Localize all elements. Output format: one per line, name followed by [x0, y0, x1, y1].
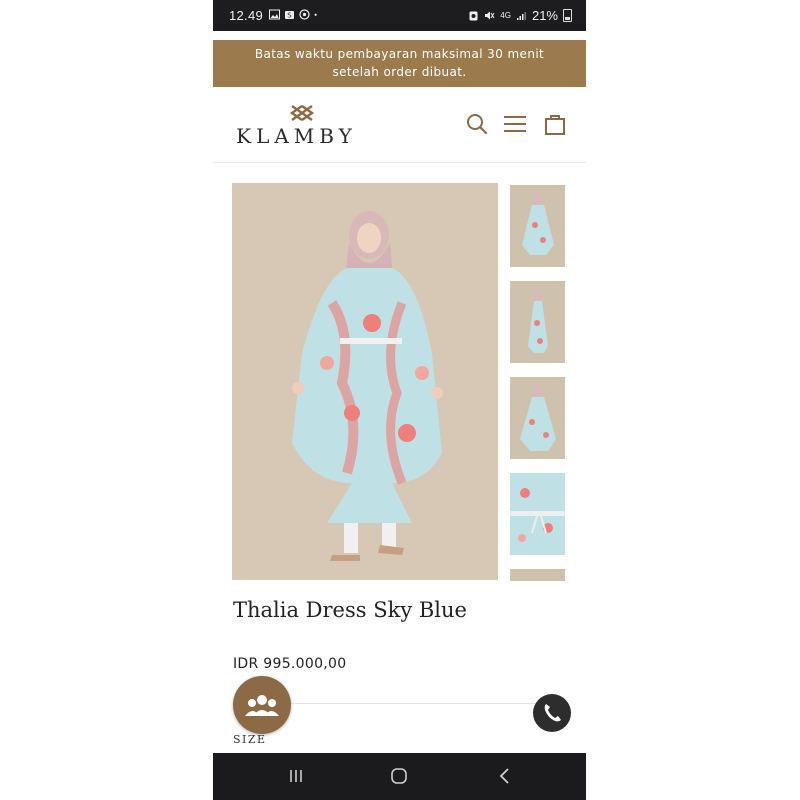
announcement-bar: Batas waktu pembayaran maksimal 30 menit…: [213, 40, 586, 87]
thumbnail-2[interactable]: [510, 281, 565, 363]
thumbnail-3[interactable]: [510, 377, 565, 459]
phone-screen: 12.49 S 4G 21% Batas waktu pembayaran ma…: [213, 0, 586, 800]
dot-icon: [314, 13, 317, 16]
klamby-logo-mark-icon: [289, 105, 315, 121]
search-icon[interactable]: [465, 112, 489, 136]
status-time: 12.49: [229, 8, 264, 23]
recent-apps-icon[interactable]: [285, 765, 307, 787]
notification-icons: S: [269, 9, 320, 20]
brand-name: KLAMBY: [236, 124, 357, 148]
size-label: SIZE: [233, 733, 267, 746]
back-icon[interactable]: [494, 765, 516, 787]
brand-logo[interactable]: KLAMBY: [229, 100, 364, 150]
product-price: IDR 995.000,00: [233, 656, 347, 672]
product-title: Thalia Dress Sky Blue: [233, 598, 467, 622]
community-button[interactable]: [233, 676, 291, 734]
thumbnail-1[interactable]: [510, 185, 565, 267]
mute-icon: [485, 11, 495, 20]
phone-icon: [544, 704, 561, 722]
status-right: 4G 21%: [468, 8, 572, 23]
community-icon: [245, 695, 279, 716]
announcement-line-2: setelah order dibuat.: [332, 65, 467, 79]
product-photo: [292, 211, 443, 561]
cart-icon[interactable]: [543, 112, 567, 136]
home-icon[interactable]: [388, 765, 410, 787]
announcement-line-1: Batas waktu pembayaran maksimal 30 menit: [254, 47, 545, 61]
system-nav-bar: [213, 753, 586, 800]
battery-percent: 21%: [531, 8, 558, 23]
network-label: 4G: [500, 11, 511, 20]
site-header: KLAMBY: [213, 92, 586, 163]
status-bar: 12.49 S 4G 21%: [213, 0, 586, 31]
battery-icon: [563, 9, 572, 22]
menu-icon[interactable]: [503, 112, 527, 136]
thumbnail-4[interactable]: [510, 473, 565, 555]
product-main-image[interactable]: [232, 183, 498, 580]
whatsapp-notification-icon: [299, 9, 310, 20]
shop-notification-icon: S: [285, 11, 294, 20]
thumbnail-5[interactable]: [510, 569, 565, 581]
svg-text:S: S: [287, 12, 292, 20]
gallery-notification-icon: [269, 9, 280, 20]
signal-icon: [516, 12, 526, 20]
whatsapp-button[interactable]: [533, 694, 571, 732]
alarm-icon: [469, 11, 478, 21]
